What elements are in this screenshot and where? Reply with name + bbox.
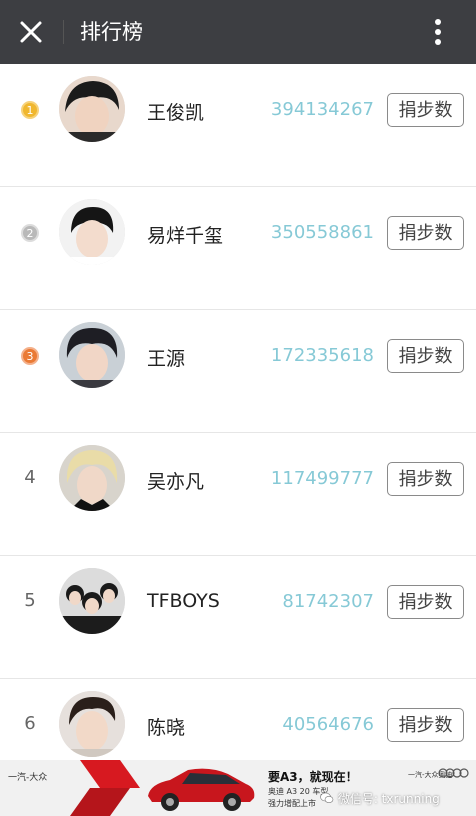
step-count: 394134267 <box>270 99 374 120</box>
rank-number: 2 <box>26 227 34 240</box>
ad-headline: 要A3，就现在！ <box>268 770 358 784</box>
avatar <box>59 322 125 388</box>
step-count: 172335618 <box>270 345 374 366</box>
ranking-row: 2 易烊千玺 350558861 捐步数 <box>0 187 476 310</box>
user-name: 吴亦凡 <box>147 471 205 493</box>
header-divider <box>63 20 64 44</box>
donate-steps-button[interactable]: 捐步数 <box>387 462 464 496</box>
avatar <box>59 568 125 634</box>
rank-number: 1 <box>26 104 34 117</box>
step-count: 81742307 <box>282 591 374 612</box>
donate-steps-button[interactable]: 捐步数 <box>387 339 464 373</box>
ad-banner[interactable]: 一汽-大众 要A3，就现在！ 奥迪 A3 20 车型 强力增配上市 一汽-大众奥… <box>0 760 476 816</box>
avatar <box>59 691 125 757</box>
user-name: 易烊千玺 <box>147 225 224 247</box>
bronze-medal-icon: 3 <box>21 347 39 365</box>
donate-steps-button[interactable]: 捐步数 <box>387 708 464 742</box>
user-name: 王俊凯 <box>147 102 205 124</box>
top-bar: 排行榜 <box>0 0 476 64</box>
donate-steps-button[interactable]: 捐步数 <box>387 216 464 250</box>
car-image <box>148 768 255 811</box>
avatar <box>59 199 125 265</box>
user-name: 王源 <box>147 348 186 370</box>
step-count: 117499777 <box>270 468 374 489</box>
donate-steps-button[interactable]: 捐步数 <box>387 93 464 127</box>
avatar <box>59 76 125 142</box>
ranking-row: 1 王俊凯 394134267 捐步数 <box>0 64 476 187</box>
rank-number: 6 <box>24 713 36 734</box>
rank-number: 5 <box>24 590 36 611</box>
ranking-row: 5 TFBOYS 81742307 捐步数 <box>0 556 476 679</box>
watermark-text: 微信号: txrunning <box>337 792 440 806</box>
rank-number: 4 <box>24 467 36 488</box>
ranking-list: 1 王俊凯 394134267 捐步数 2 易烊千玺 350558861 捐步数… <box>0 64 476 802</box>
page-title: 排行榜 <box>80 20 143 44</box>
step-count: 40564676 <box>282 714 374 735</box>
watermark: 微信号: txrunning <box>320 790 440 807</box>
donate-steps-button[interactable]: 捐步数 <box>387 585 464 619</box>
audi-rings-icon <box>438 768 469 778</box>
silver-medal-icon: 2 <box>21 224 39 242</box>
close-icon[interactable] <box>16 17 46 47</box>
wechat-icon <box>320 792 334 804</box>
avatar <box>59 445 125 511</box>
ad-stripe-graphic <box>70 760 140 816</box>
user-name: 陈晓 <box>147 717 186 739</box>
ranking-row: 3 王源 172335618 捐步数 <box>0 310 476 433</box>
more-vertical-icon[interactable] <box>426 16 450 48</box>
ranking-row: 4 吴亦凡 117499777 捐步数 <box>0 433 476 556</box>
rank-number: 3 <box>26 350 34 363</box>
step-count: 350558861 <box>270 222 374 243</box>
gold-medal-icon: 1 <box>21 101 39 119</box>
ad-brand-text: 一汽-大众 <box>8 773 48 783</box>
user-name: TFBOYS <box>147 590 220 612</box>
ad-subtext: 强力增配上市 <box>268 799 316 808</box>
